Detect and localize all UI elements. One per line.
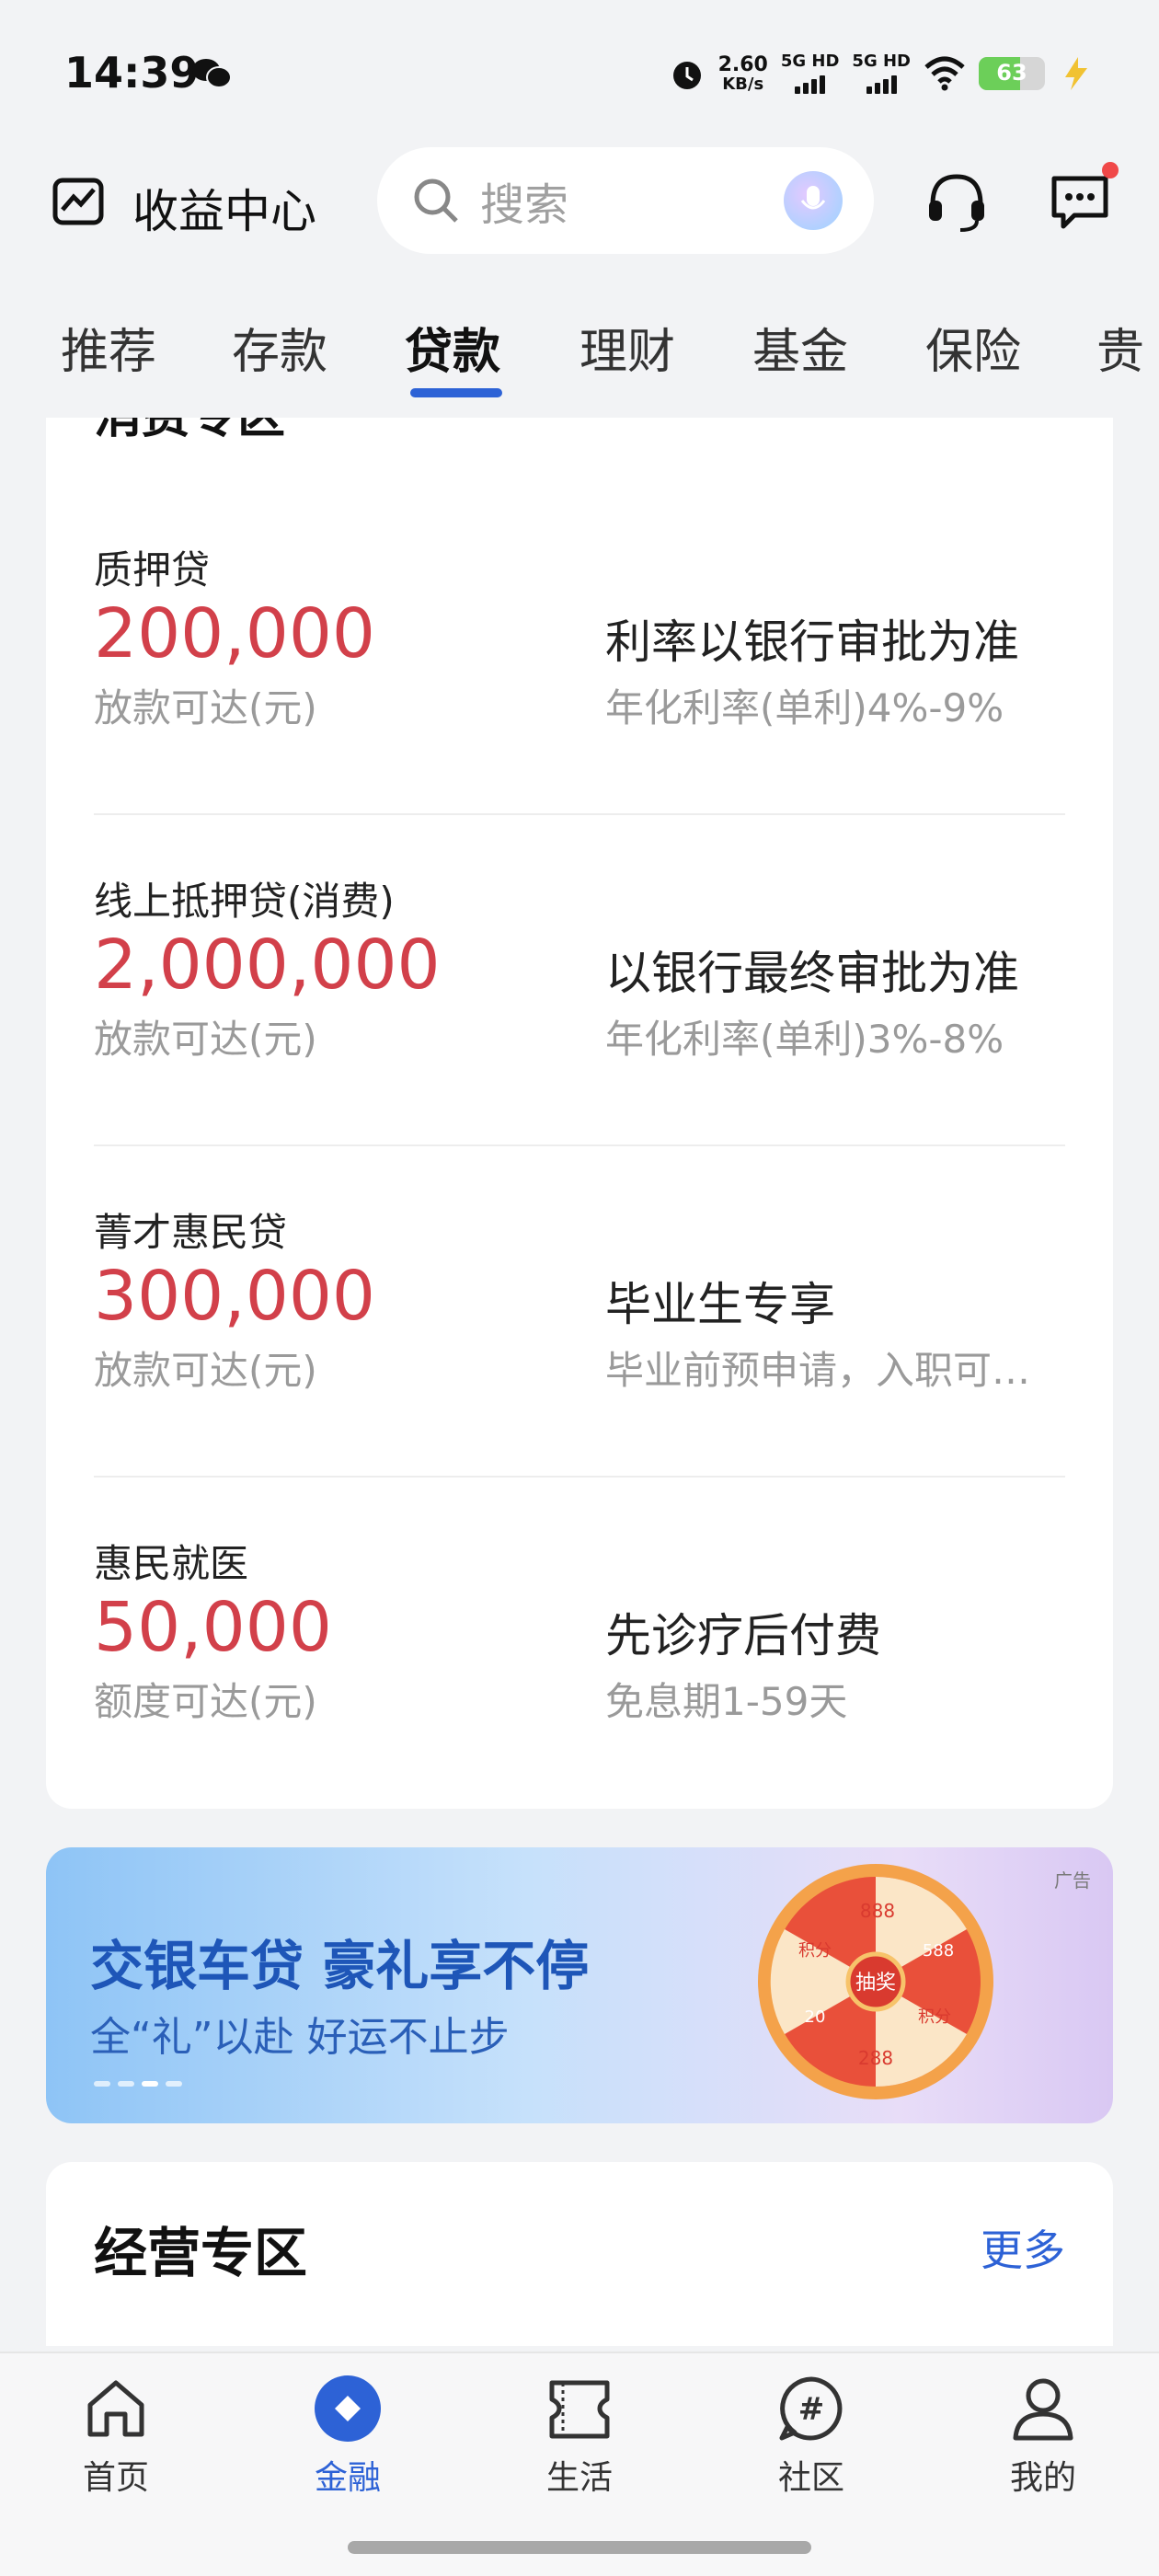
loan-name: 线上抵押贷(消费): [94, 879, 395, 924]
nav-label: 首页: [82, 2459, 149, 2497]
wheel-center-label: 抽奖: [855, 1972, 896, 1995]
loan-name: 菁才惠民贷: [94, 1210, 288, 1255]
nav-label: 生活: [545, 2459, 613, 2497]
nav-home[interactable]: 首页: [42, 2372, 189, 2499]
status-icons: 2.60 KB/s 5G HD 5G HD 63: [669, 50, 1095, 98]
tab-wealth[interactable]: 理财: [580, 313, 675, 382]
search-icon: [414, 178, 458, 223]
nav-community[interactable]: # 社区: [738, 2372, 885, 2499]
nav-label: 社区: [777, 2459, 844, 2497]
finance-icon: [315, 2375, 381, 2442]
life-ticket-icon: [549, 2380, 610, 2439]
home-indicator[interactable]: [348, 2541, 811, 2554]
status-time: 14:39: [64, 48, 200, 98]
signal-icon: 5G HD: [780, 52, 840, 94]
active-tab-indicator: [410, 388, 502, 397]
loan-rate: 年化利率(单利)4%-9%: [605, 685, 1004, 730]
wheel-label: 588: [923, 1941, 954, 1961]
wheel-label: 20: [805, 2007, 826, 2027]
wheel-label: 888: [860, 1900, 895, 1922]
battery-level: 63: [996, 60, 1027, 86]
nav-life[interactable]: 生活: [506, 2372, 653, 2499]
svg-text:#: #: [798, 2391, 825, 2428]
more-link[interactable]: 更多: [981, 2217, 1065, 2278]
loan-amount-label: 放款可达(元): [94, 1017, 317, 1062]
community-icon: #: [779, 2376, 843, 2441]
net-speed-value: 2.60: [717, 53, 768, 76]
loan-name: 质押贷: [94, 547, 211, 592]
signal-icon-2: 5G HD: [852, 53, 911, 94]
top-bar: 收益中心 搜索: [0, 147, 1159, 261]
trend-chart-icon: [52, 178, 104, 225]
banner-title: 交银车贷 豪礼享不停: [90, 1935, 590, 1997]
profile-icon: [1013, 2378, 1073, 2441]
wheel-label: 288: [858, 2047, 893, 2069]
tab-precious-metal[interactable]: 贵: [1096, 313, 1144, 382]
wechat-icon: [192, 59, 232, 88]
nav-profile[interactable]: 我的: [970, 2372, 1117, 2499]
loan-amount: 300,000: [94, 1257, 376, 1336]
nav-finance[interactable]: 金融: [274, 2372, 421, 2499]
loan-amount-label: 放款可达(元): [94, 1348, 317, 1393]
lucky-wheel-icon: 抽奖 888 588 积分 288 20 积分: [758, 1864, 993, 2099]
promo-banner[interactable]: 交银车贷 豪礼享不停 全“礼”以赴 好运不止步 广告 抽奖 888 588 积分…: [46, 1847, 1113, 2123]
charging-icon: [1065, 57, 1087, 90]
sim1-label: 5G HD: [780, 52, 840, 71]
nav-label: 我的: [1009, 2459, 1076, 2497]
loan-rate: 年化利率(单利)3%-8%: [605, 1017, 1004, 1062]
consumer-loan-card: 消费专区 质押贷 200,000 放款可达(元) 利率以银行审批为准 年化利率(…: [46, 418, 1113, 1809]
divider: [94, 1144, 1065, 1146]
loan-feature: 利率以银行审批为准: [605, 615, 1019, 669]
nav-label: 金融: [314, 2459, 381, 2497]
loan-feature: 以银行最终审批为准: [605, 947, 1019, 1000]
tab-insurance[interactable]: 保险: [925, 313, 1021, 382]
loan-rate: 毕业前预申请，入职可…: [605, 1348, 1031, 1393]
loan-amount: 200,000: [94, 594, 376, 673]
net-speed: 2.60 KB/s: [718, 54, 768, 93]
battery-icon: 63: [979, 57, 1045, 90]
loan-name: 惠民就医: [94, 1541, 249, 1586]
net-speed-unit: KB/s: [722, 75, 764, 94]
search-bar[interactable]: 搜索: [377, 147, 874, 254]
loan-amount: 50,000: [94, 1588, 332, 1667]
wheel-label: 积分: [918, 2007, 951, 2027]
section-title: 消费专区: [94, 418, 285, 446]
business-section-card: 经营专区 更多: [46, 2162, 1113, 2346]
banner-subtitle: 全“礼”以赴 好运不止步: [90, 2014, 510, 2061]
section-title: 经营专区: [94, 2222, 308, 2284]
divider: [94, 1476, 1065, 1478]
loan-amount: 2,000,000: [94, 926, 441, 1005]
search-placeholder: 搜索: [480, 179, 569, 231]
tab-deposit[interactable]: 存款: [232, 313, 327, 382]
status-bar: 14:39 2.60 KB/s 5G HD 5G HD 63: [0, 0, 1159, 147]
loan-rate: 免息期1-59天: [605, 1679, 848, 1724]
tab-recommend[interactable]: 推荐: [61, 313, 156, 382]
voice-assistant-icon[interactable]: [784, 171, 843, 230]
tab-loan[interactable]: 贷款: [405, 313, 500, 382]
home-icon: [87, 2380, 144, 2437]
category-tabs: 推荐 存款 贷款 理财 基金 保险 贵: [0, 276, 1159, 405]
loan-feature: 先诊疗后付费: [605, 1609, 881, 1662]
message-icon[interactable]: [1047, 162, 1119, 234]
unread-badge: [1102, 162, 1119, 178]
page-title[interactable]: 收益中心: [132, 175, 316, 241]
customer-service-icon[interactable]: [924, 169, 990, 236]
loan-amount-label: 额度可达(元): [94, 1679, 317, 1724]
alarm-icon: [672, 62, 701, 89]
tab-fund[interactable]: 基金: [752, 313, 848, 382]
loan-feature: 毕业生专享: [605, 1278, 835, 1331]
ad-tag: 广告: [1054, 1869, 1091, 1892]
wifi-icon: [924, 56, 965, 91]
carousel-indicator: [94, 2081, 182, 2087]
wheel-label: 积分: [798, 1941, 832, 1961]
divider: [94, 813, 1065, 815]
loan-amount-label: 放款可达(元): [94, 685, 317, 730]
sim2-label: 5G HD: [852, 52, 911, 71]
